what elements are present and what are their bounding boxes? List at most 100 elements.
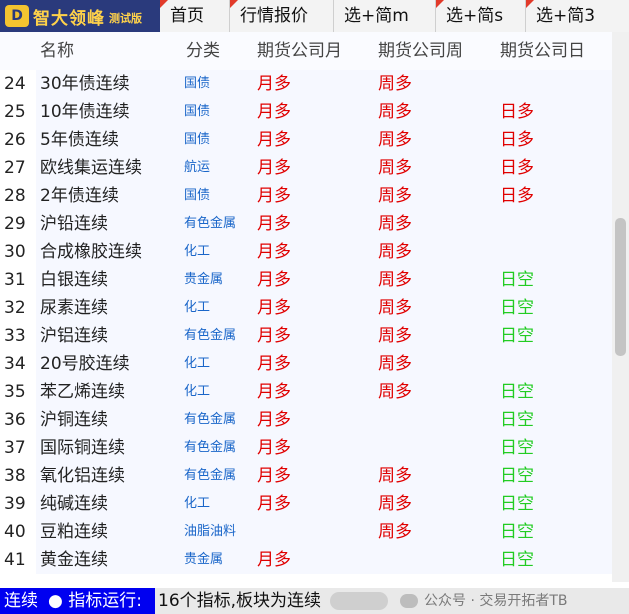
row-week-signal: 周多 (378, 466, 412, 486)
row-day-signal: 日空 (500, 522, 534, 542)
row-index: 26 (0, 126, 36, 154)
horizontal-scroll-thumb[interactable] (330, 592, 388, 610)
row-name: 白银连续 (40, 270, 108, 290)
tab-label: 行情报价 (240, 6, 308, 26)
row-month-signal: 月多 (257, 494, 291, 514)
row-category: 有色金属 (184, 216, 237, 231)
row-category: 国债 (184, 188, 211, 203)
table-row[interactable]: 30 合成橡胶连续 化工 月多 周多 (0, 238, 612, 266)
table-row[interactable]: 24 30年债连续 国债 月多 周多 (0, 70, 612, 98)
table-row[interactable]: 32 尿素连续 化工 月多 周多 日空 (0, 294, 612, 322)
status-dot-icon: ● (48, 591, 63, 611)
tab-corner-mark (160, 0, 168, 8)
status-block: 连续 ● 指标运行: (0, 588, 155, 614)
row-name: 氧化铝连续 (40, 466, 125, 486)
row-category: 化工 (184, 244, 211, 259)
logo-title: 智大领峰 (33, 8, 105, 29)
row-month-signal: 月多 (257, 130, 291, 150)
row-month-signal: 月多 (257, 298, 291, 318)
table-row[interactable]: 29 沪铅连续 有色金属 月多 周多 (0, 210, 612, 238)
row-name: 沪铅连续 (40, 214, 108, 234)
status-running-label: 指标运行: (68, 591, 142, 611)
table-row[interactable]: 40 豆粕连续 油脂油料 周多 日空 (0, 518, 612, 546)
tab-select-3[interactable]: 选+简3 (526, 0, 629, 32)
row-month-signal: 月多 (257, 438, 291, 458)
row-name: 20号胶连续 (40, 354, 130, 374)
table-row[interactable]: 33 沪铝连续 有色金属 月多 周多 日空 (0, 322, 612, 350)
row-index: 24 (0, 70, 36, 98)
tab-home[interactable]: 首页 (160, 0, 230, 32)
row-index: 35 (0, 378, 36, 406)
table-row[interactable]: 27 欧线集运连续 航运 月多 周多 日多 (0, 154, 612, 182)
row-name: 10年债连续 (40, 102, 130, 122)
table-row[interactable]: 35 苯乙烯连续 化工 月多 周多 日空 (0, 378, 612, 406)
logo-badge-icon: D (5, 5, 29, 27)
row-month-signal: 月多 (257, 242, 291, 262)
row-category: 国债 (184, 76, 211, 91)
col-header-month[interactable]: 期货公司月 (257, 32, 342, 70)
row-index: 36 (0, 406, 36, 434)
row-category: 化工 (184, 300, 211, 315)
row-index: 25 (0, 98, 36, 126)
row-month-signal: 月多 (257, 410, 291, 430)
row-day-signal: 日多 (500, 186, 534, 206)
row-index: 37 (0, 434, 36, 462)
table-row[interactable]: 28 2年债连续 国债 月多 周多 日多 (0, 182, 612, 210)
row-day-signal: 日空 (500, 382, 534, 402)
row-week-signal: 周多 (378, 354, 412, 374)
row-week-signal: 周多 (378, 102, 412, 122)
table-row[interactable]: 41 黄金连续 贵金属 月多 日空 (0, 546, 612, 574)
col-header-week[interactable]: 期货公司周 (378, 32, 463, 70)
row-name: 豆粕连续 (40, 522, 108, 542)
futures-table: 24 30年债连续 国债 月多 周多 25 10年债连续 国债 月多 周多 日多 26 5年债连续 国债月… (0, 70, 612, 574)
row-week-signal: 周多 (378, 298, 412, 318)
app-logo: D 智大领峰 测试版 (0, 0, 160, 32)
table-row[interactable]: 36 沪铜连续 有色金属 月多 日空 (0, 406, 612, 434)
row-name: 黄金连续 (40, 550, 108, 570)
vertical-scrollbar[interactable] (612, 32, 629, 582)
col-header-name[interactable]: 名称 (40, 32, 74, 70)
table-row[interactable]: 26 5年债连续 国债 月多 周多 日多 (0, 126, 612, 154)
logo-subtitle: 测试版 (109, 12, 142, 25)
table-row[interactable]: 25 10年债连续 国债 月多 周多 日多 (0, 98, 612, 126)
row-index: 38 (0, 462, 36, 490)
row-index: 28 (0, 182, 36, 210)
row-week-signal: 周多 (378, 158, 412, 178)
row-day-signal: 日多 (500, 102, 534, 122)
row-day-signal: 日空 (500, 326, 534, 346)
row-index: 39 (0, 490, 36, 518)
table-row[interactable]: 38 氧化铝连续 有色金属 月多 周多 日空 (0, 462, 612, 490)
table-row[interactable]: 31 白银连续 贵金属 月多 周多 日空 (0, 266, 612, 294)
row-day-signal: 日空 (500, 438, 534, 458)
table-row[interactable]: 34 20号胶连续 化工 月多 周多 (0, 350, 612, 378)
tab-label: 选+简s (446, 6, 504, 26)
watermark-text: 公众号 · 交易开拓者TB (424, 593, 568, 609)
col-header-day[interactable]: 期货公司日 (500, 32, 585, 70)
row-category: 化工 (184, 384, 211, 399)
row-name: 欧线集运连续 (40, 158, 142, 178)
tab-corner-mark (526, 0, 534, 8)
row-name: 苯乙烯连续 (40, 382, 125, 402)
tab-quotes[interactable]: 行情报价 (230, 0, 334, 32)
row-week-signal: 周多 (378, 186, 412, 206)
row-index: 34 (0, 350, 36, 378)
row-name: 尿素连续 (40, 298, 108, 318)
row-category: 国债 (184, 132, 211, 147)
vertical-scroll-thumb[interactable] (615, 218, 626, 356)
status-message: 16个指标,板块为连续 (158, 591, 322, 611)
col-header-category[interactable]: 分类 (186, 32, 220, 70)
table-row[interactable]: 37 国际铜连续 有色金属 月多 日空 (0, 434, 612, 462)
row-month-signal: 月多 (257, 102, 291, 122)
row-name: 2年债连续 (40, 186, 119, 206)
row-month-signal: 月多 (257, 186, 291, 206)
row-month-signal: 月多 (257, 466, 291, 486)
row-day-signal: 日空 (500, 298, 534, 318)
row-week-signal: 周多 (378, 130, 412, 150)
tab-select-s[interactable]: 选+简s (436, 0, 526, 32)
row-name: 纯碱连续 (40, 494, 108, 514)
row-category: 有色金属 (184, 412, 237, 427)
tab-label: 选+简m (344, 6, 409, 26)
row-week-signal: 周多 (378, 494, 412, 514)
table-row[interactable]: 39 纯碱连续 化工 月多 周多 日空 (0, 490, 612, 518)
tab-select-m[interactable]: 选+简m (334, 0, 436, 32)
